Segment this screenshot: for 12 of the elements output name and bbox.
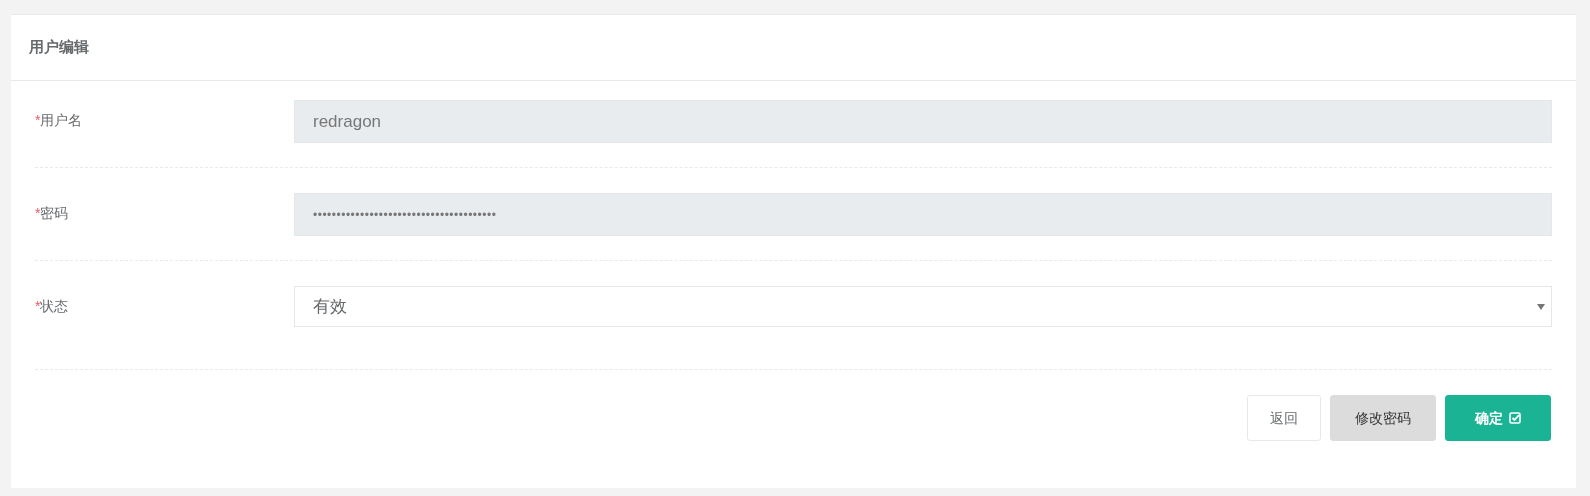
field-label: 状态	[40, 297, 69, 316]
back-button[interactable]: 返回	[1247, 395, 1321, 441]
status-select[interactable]: 有效	[294, 286, 1552, 327]
checkbox-icon	[1509, 412, 1521, 424]
field-label: 用户名	[40, 111, 83, 130]
dropdown-caret-icon	[1537, 303, 1545, 310]
required-asterisk: *	[35, 111, 41, 130]
field-label: 密码	[40, 204, 69, 223]
required-asterisk: *	[35, 297, 41, 316]
required-asterisk: *	[35, 204, 41, 223]
panel-title: 用户编辑	[29, 37, 89, 58]
change-password-button[interactable]: 修改密码	[1330, 395, 1436, 441]
